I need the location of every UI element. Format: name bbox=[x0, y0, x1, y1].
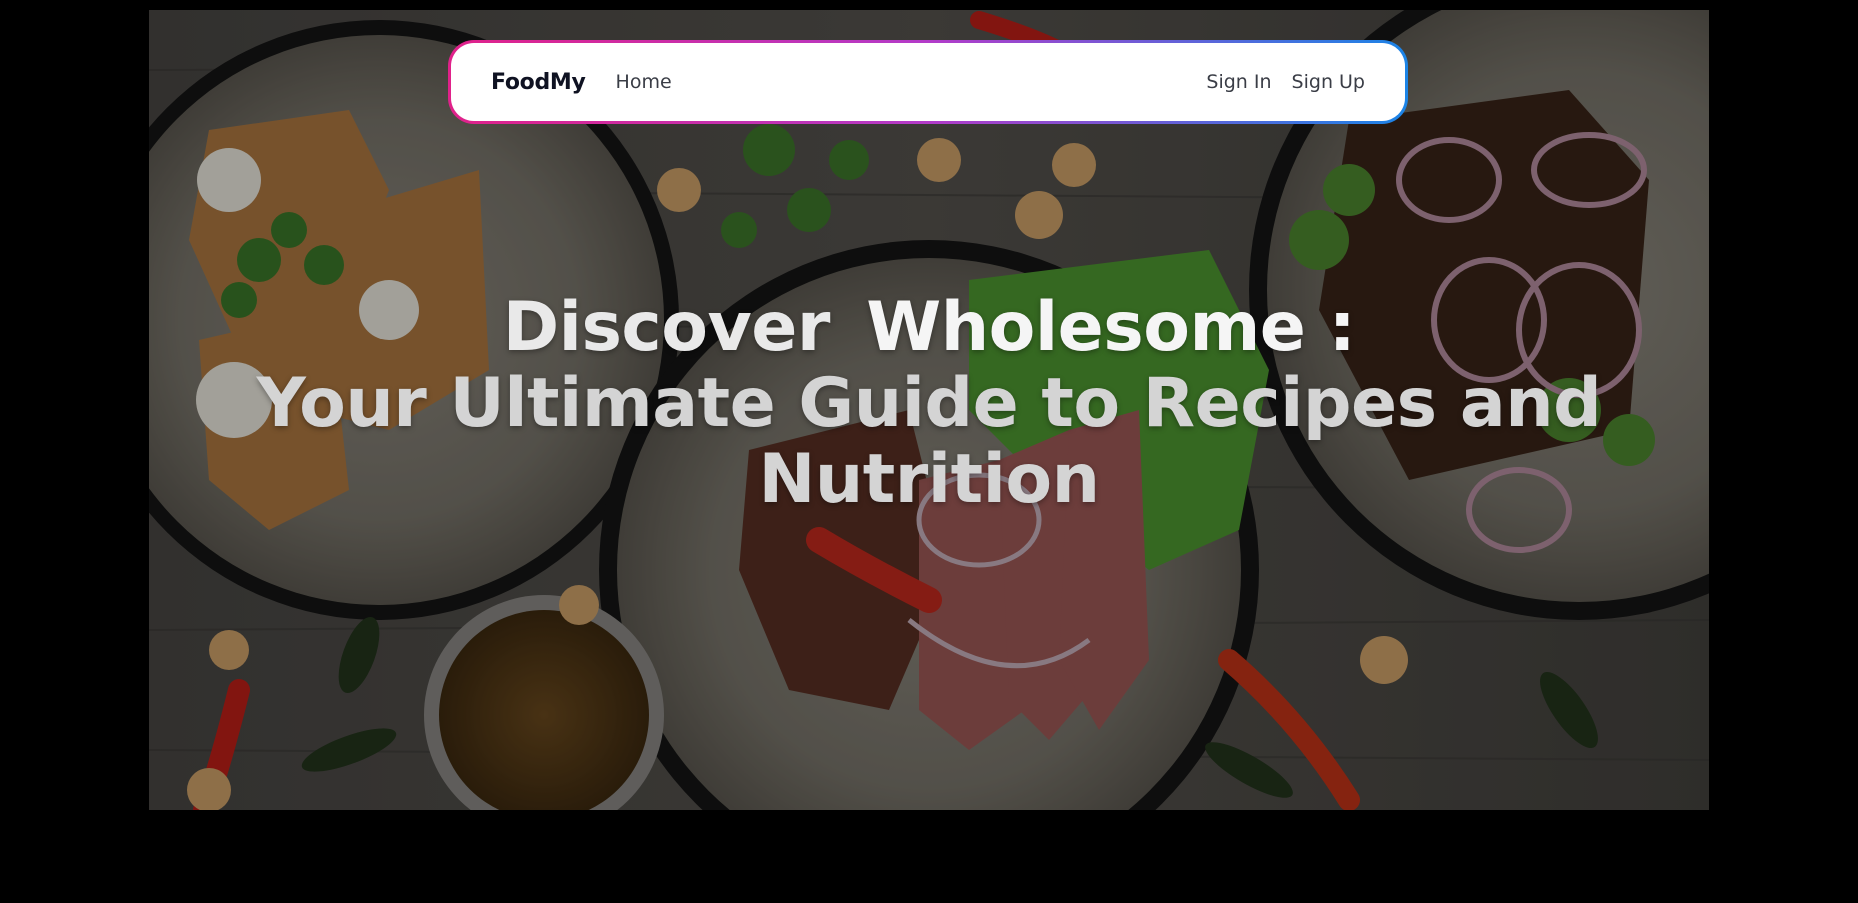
headline-line-2: Your Ultimate Guide to Recipes and Nutri… bbox=[256, 364, 1602, 519]
page: FoodMy Home Sign In Sign Up Discover Who… bbox=[0, 0, 1858, 903]
navbar: FoodMy Home Sign In Sign Up bbox=[448, 40, 1408, 124]
headline-wholesome: Wholesome bbox=[866, 288, 1306, 367]
sign-up-link[interactable]: Sign Up bbox=[1292, 71, 1365, 93]
headline-colon: : bbox=[1328, 288, 1356, 367]
sign-in-link[interactable]: Sign In bbox=[1206, 71, 1271, 93]
headline-discover: Discover bbox=[502, 288, 831, 367]
headline-line-1: Discover Wholesome : bbox=[149, 290, 1709, 366]
brand-logo[interactable]: FoodMy bbox=[491, 70, 586, 95]
navbar-inner: FoodMy Home Sign In Sign Up bbox=[451, 43, 1405, 121]
hero-headline: Discover Wholesome : Your Ultimate Guide… bbox=[149, 290, 1709, 518]
nav-link-home[interactable]: Home bbox=[616, 71, 672, 93]
